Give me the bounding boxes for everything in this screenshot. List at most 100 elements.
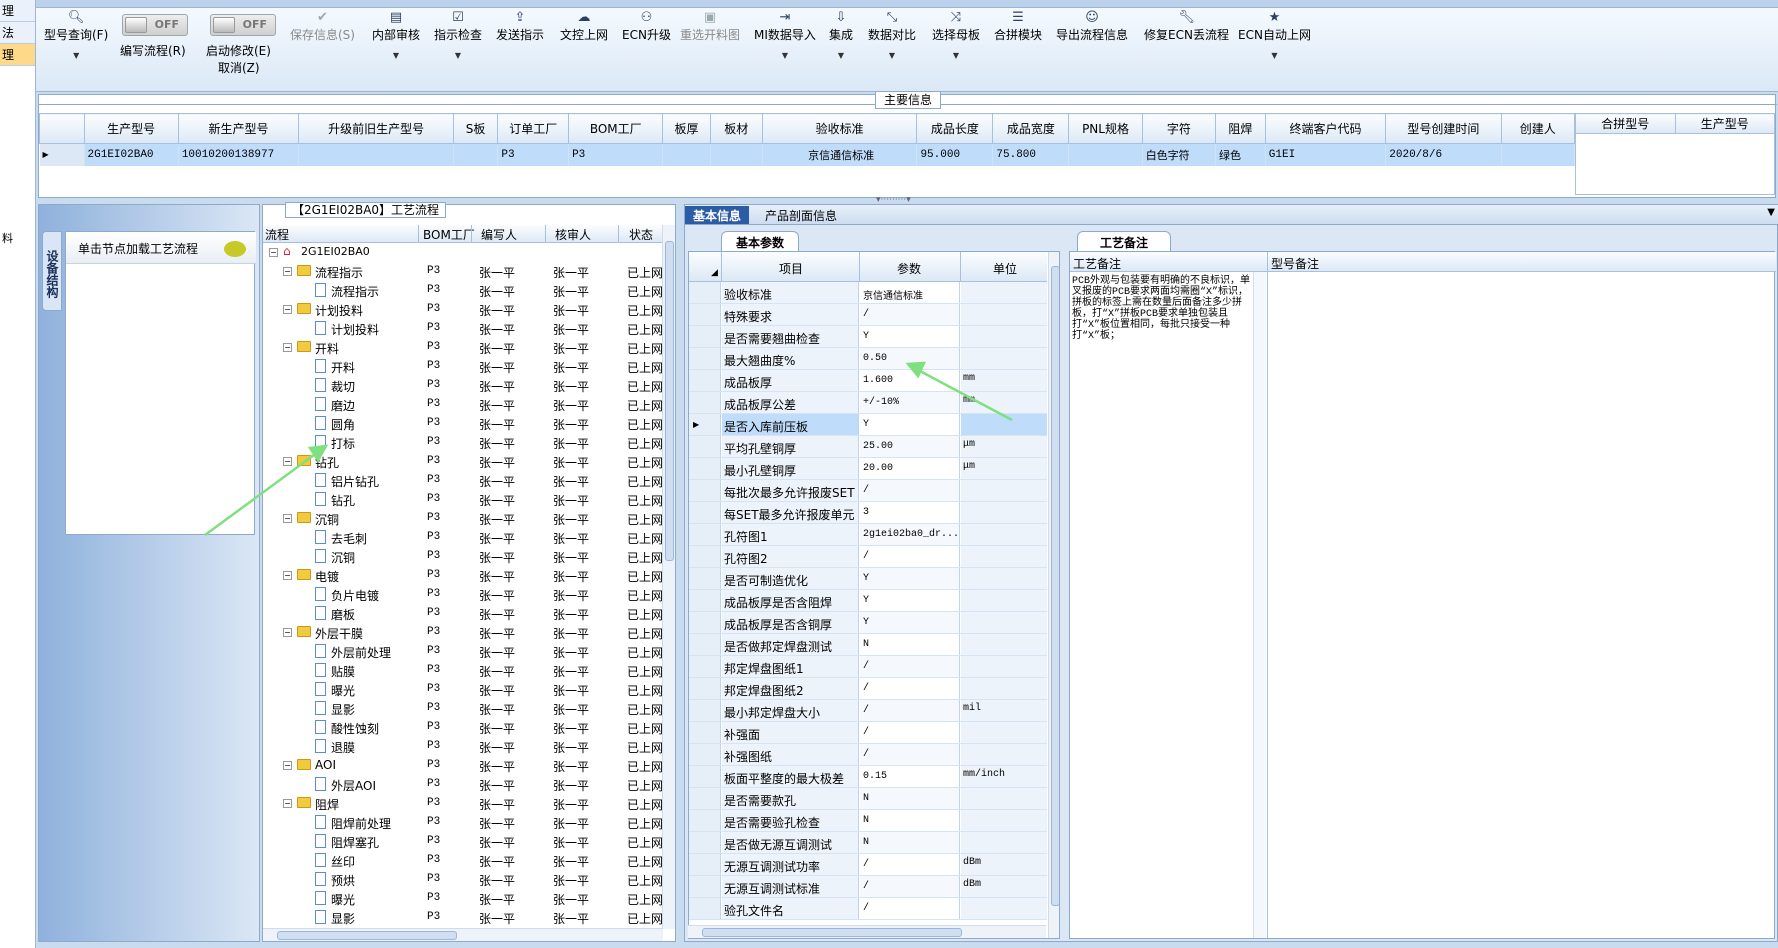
col-header[interactable]: 项目 — [779, 260, 803, 277]
param-value[interactable]: Y — [860, 568, 960, 589]
collapse-icon[interactable]: − — [283, 267, 292, 276]
row-selector[interactable] — [689, 458, 721, 479]
param-row[interactable]: 补强图纸 / — [689, 744, 1047, 766]
col-header[interactable]: 成品宽度 — [992, 113, 1070, 144]
param-value[interactable]: N — [860, 788, 960, 809]
tree-leaf-node[interactable]: 磨边 P3 张一平 张一平 已上网 — [263, 395, 663, 414]
table-cell[interactable]: 95.000 — [916, 143, 994, 166]
col-header[interactable]: 升级前旧生产型号 — [298, 113, 454, 144]
tree-leaf-node[interactable]: 阻焊塞孔 P3 张一平 张一平 已上网 — [263, 832, 663, 851]
vertical-scrollbar[interactable] — [662, 225, 675, 929]
tree-leaf-node[interactable]: 流程指示 P3 张一平 张一平 已上网 — [263, 281, 663, 300]
col-header[interactable]: 字符 — [1141, 113, 1217, 144]
tree-leaf-node[interactable]: 开料 P3 张一平 张一平 已上网 — [263, 357, 663, 376]
param-row[interactable]: 特殊要求 / — [689, 304, 1047, 326]
table-cell[interactable]: 10010200138977 — [178, 143, 300, 166]
param-value[interactable]: +/-10% — [860, 392, 960, 413]
tree-leaf-node[interactable]: 显影 P3 张一平 张一平 已上网 — [263, 699, 663, 718]
param-row[interactable]: 成品板厚 1.600 mm — [689, 370, 1047, 392]
param-value[interactable]: / — [860, 546, 960, 567]
tree-leaf-node[interactable]: 打标 P3 张一平 张一平 已上网 — [263, 433, 663, 452]
collapse-icon[interactable]: − — [283, 514, 292, 523]
param-row[interactable]: 是否做无源互调测试 N — [689, 832, 1047, 854]
tree-group-node[interactable]: − AOI P3 张一平 张一平 已上网 — [263, 756, 663, 775]
param-row[interactable]: 孔符图1 2g1ei02ba0_dr... — [689, 524, 1047, 546]
param-row[interactable]: 是否做邦定焊盘测试 N — [689, 634, 1047, 656]
tree-leaf-node[interactable]: 负片电镀 P3 张一平 张一平 已上网 — [263, 585, 663, 604]
table-cell[interactable]: 75.800 — [992, 143, 1070, 166]
row-selector[interactable] — [689, 722, 721, 743]
tree-root-node[interactable]: − ⌂ 2G1EI02BA0 — [263, 243, 663, 262]
repair-ecn-button[interactable]: 🔧︎ 修复ECN丢流程 — [1144, 10, 1229, 43]
tree-group-node[interactable]: − 钻孔 P3 张一平 张一平 已上网 — [263, 452, 663, 471]
param-row[interactable]: 每SET最多允许报废单元 3 — [689, 502, 1047, 524]
param-value[interactable]: 0.50 — [860, 348, 960, 369]
tree-leaf-node[interactable]: 丝印 P3 张一平 张一平 已上网 — [263, 851, 663, 870]
tree-leaf-node[interactable]: 曝光 P3 张一平 张一平 已上网 — [263, 680, 663, 699]
tab-product-section[interactable]: 产品剖面信息 — [757, 206, 845, 224]
row-selector[interactable] — [689, 282, 721, 303]
auto-modify-toggle[interactable]: OFF — [210, 14, 276, 36]
tree-group-node[interactable]: − 计划投料 P3 张一平 张一平 已上网 — [263, 300, 663, 319]
param-row[interactable]: 无源互调测试功率 / dBm — [689, 854, 1047, 876]
param-row[interactable]: 邦定焊盘图纸1/ — [689, 656, 1047, 678]
row-selector[interactable] — [689, 612, 721, 633]
col-header[interactable]: S板 — [452, 113, 499, 144]
left-nav-item-2[interactable]: 法 — [0, 22, 35, 44]
instruction-check-button[interactable]: ☑ 指示检查 ▼ — [434, 10, 482, 60]
collapse-icon[interactable]: − — [283, 761, 292, 770]
param-row[interactable]: ▶ 是否入库前压板 Y — [689, 414, 1047, 436]
row-selector[interactable] — [689, 788, 721, 809]
param-row[interactable]: 是否需要验孔检查 N — [689, 810, 1047, 832]
param-row[interactable]: 成品板厚公差 +/-10% mm — [689, 392, 1047, 414]
table-cell[interactable] — [298, 143, 454, 166]
param-row[interactable]: 成品板厚是否含阻焊 Y — [689, 590, 1047, 612]
table-cell[interactable]: G1EI — [1265, 143, 1387, 166]
collapse-icon[interactable]: − — [283, 571, 292, 580]
col-header[interactable]: 板材 — [709, 113, 763, 144]
write-flow-toggle[interactable]: OFF — [122, 14, 188, 36]
param-row[interactable]: 最小孔壁铜厚 20.00 μm — [689, 458, 1047, 480]
row-selector[interactable] — [689, 766, 721, 787]
col-header[interactable]: 验收标准 — [761, 113, 918, 144]
row-selector[interactable] — [689, 810, 721, 831]
process-remark-text[interactable]: PCB外观与包装要有明确的不良标识，单叉报废的PCB要求两面均需圈“X”标识，拼… — [1072, 276, 1252, 342]
param-row[interactable]: 无源互调测试标准 / dBm — [689, 876, 1047, 898]
col-header[interactable]: 成品长度 — [916, 113, 994, 144]
row-selector[interactable] — [689, 392, 721, 413]
tree-leaf-node[interactable]: 去毛刺 P3 张一平 张一平 已上网 — [263, 528, 663, 547]
param-value[interactable]: 2g1ei02ba0_dr... — [860, 524, 960, 545]
param-value[interactable]: 0.15 — [860, 766, 960, 787]
param-row[interactable]: 最小邦定焊盘大小 / mil — [689, 700, 1047, 722]
row-selector[interactable] — [689, 304, 721, 325]
collapse-icon[interactable]: − — [269, 248, 278, 257]
param-value[interactable]: Y — [860, 326, 960, 347]
col-header[interactable]: 核审人 — [555, 226, 591, 243]
param-value[interactable]: 25.00 — [860, 436, 960, 457]
ecn-upgrade-button[interactable]: ⚇ ECN升级 — [622, 10, 671, 43]
col-header[interactable]: 流程 — [265, 226, 289, 243]
tree-leaf-node[interactable]: 退膜 P3 张一平 张一平 已上网 — [263, 737, 663, 756]
tree-leaf-node[interactable]: 外层前处理 P3 张一平 张一平 已上网 — [263, 642, 663, 661]
collapse-icon[interactable]: − — [283, 305, 292, 314]
col-header[interactable]: 板厚 — [662, 113, 711, 144]
param-value[interactable]: 1.600 — [860, 370, 960, 391]
param-value[interactable]: N — [860, 810, 960, 831]
tree-leaf-node[interactable]: 显影 P3 张一平 张一平 已上网 — [263, 908, 663, 927]
export-flow-button[interactable]: ☺ 导出流程信息 — [1056, 10, 1128, 43]
row-selector[interactable] — [689, 502, 721, 523]
collapse-icon[interactable]: − — [283, 457, 292, 466]
tree-leaf-node[interactable]: 计划投料 P3 张一平 张一平 已上网 — [263, 319, 663, 338]
param-value[interactable]: / — [860, 304, 960, 325]
left-nav-item-1[interactable]: 理 — [0, 0, 35, 22]
param-row[interactable]: 是否需要翘曲检查 Y — [689, 326, 1047, 348]
select-master-button[interactable]: ⤨ 选择母板 ▼ — [932, 10, 980, 60]
table-cell[interactable]: 2G1EI02BA0 — [84, 143, 179, 166]
tree-leaf-node[interactable]: 磨板 P3 张一平 张一平 已上网 — [263, 604, 663, 623]
send-instruction-button[interactable]: ⇪ 发送指示 — [496, 10, 544, 43]
col-header[interactable]: 编写人 — [481, 226, 517, 243]
chevron-down-icon[interactable]: ▼ — [1767, 207, 1775, 218]
tree-leaf-node[interactable]: 钻孔 P3 张一平 张一平 已上网 — [263, 490, 663, 509]
vertical-scrollbar[interactable] — [1048, 252, 1059, 938]
table-cell[interactable] — [1068, 143, 1143, 166]
